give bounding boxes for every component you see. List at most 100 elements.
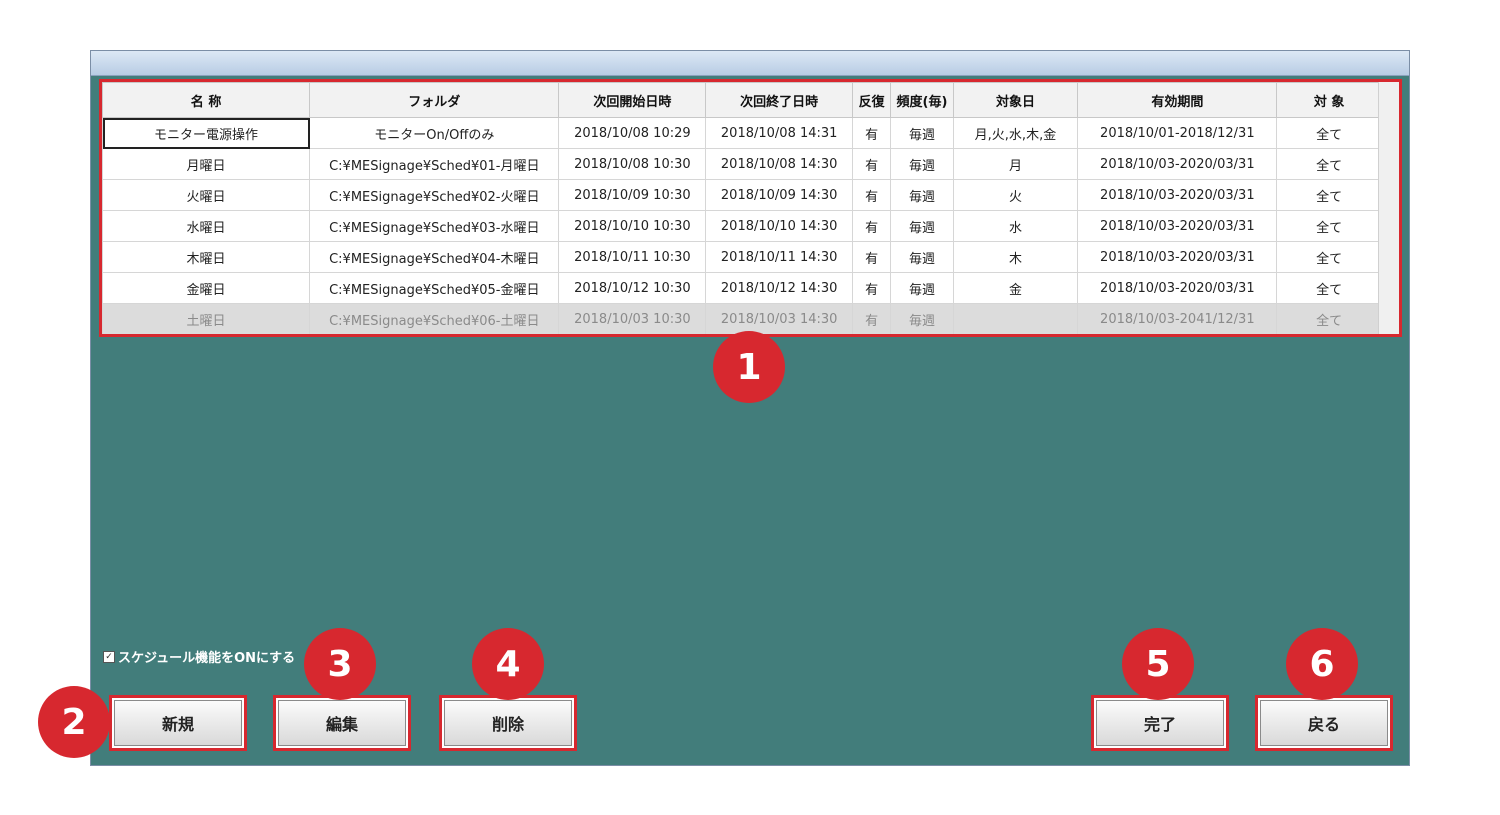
callout-badge-4: 4	[472, 628, 544, 700]
cell-target[interactable]: 全て	[1276, 272, 1382, 304]
cell-folder[interactable]: C:¥MESignage¥Sched¥02-火曜日	[309, 179, 560, 211]
cell-repeat[interactable]: 有	[852, 272, 892, 304]
table-row[interactable]: モニター電源操作 モニターOn/Offのみ 2018/10/08 10:29 2018…	[102, 117, 1382, 149]
cell-name[interactable]: モニター電源操作	[102, 117, 311, 149]
cell-name[interactable]: 土曜日	[102, 303, 311, 334]
cell-next-end[interactable]: 2018/10/12 14:30	[705, 272, 854, 304]
cell-target[interactable]: 全て	[1276, 179, 1382, 211]
schedule-table: 名 称 フォルダ 次回開始日時 次回終了日時 反復 頻度(毎) 対象日 有効期間…	[102, 82, 1382, 334]
cell-frequency[interactable]: 毎週	[890, 148, 954, 180]
done-button[interactable]: 完了	[1096, 700, 1224, 746]
header-folder[interactable]: フォルダ	[309, 82, 560, 118]
header-name[interactable]: 名 称	[102, 82, 311, 118]
schedule-enable-checkbox-row[interactable]: ✓ スケジュール機能をONにする	[103, 647, 295, 666]
cell-repeat[interactable]: 有	[852, 148, 892, 180]
cell-target-days[interactable]: 火	[952, 179, 1079, 211]
table-row[interactable]: 木曜日 C:¥MESignage¥Sched¥04-木曜日 2018/10/11 1…	[102, 241, 1382, 273]
cell-next-end[interactable]: 2018/10/09 14:30	[705, 179, 854, 211]
cell-next-end[interactable]: 2018/10/08 14:31	[705, 117, 854, 149]
cell-target-days[interactable]: 水	[952, 210, 1079, 242]
cell-next-end[interactable]: 2018/10/03 14:30	[705, 303, 854, 334]
table-scroll-strip	[1378, 82, 1399, 334]
cell-next-start[interactable]: 2018/10/11 10:30	[558, 241, 707, 273]
header-target-days[interactable]: 対象日	[952, 82, 1079, 118]
cell-repeat[interactable]: 有	[852, 241, 892, 273]
header-target[interactable]: 対 象	[1276, 82, 1382, 118]
edit-button[interactable]: 編集	[278, 700, 406, 746]
cell-next-start[interactable]: 2018/10/03 10:30	[558, 303, 707, 334]
callout-badge-3: 3	[304, 628, 376, 700]
cell-folder[interactable]: C:¥MESignage¥Sched¥05-金曜日	[309, 272, 560, 304]
cell-valid-period[interactable]: 2018/10/03-2041/12/31	[1077, 303, 1278, 334]
cell-name[interactable]: 水曜日	[102, 210, 311, 242]
header-repeat[interactable]: 反復	[852, 82, 892, 118]
cell-folder[interactable]: C:¥MESignage¥Sched¥04-木曜日	[309, 241, 560, 273]
cell-target-days[interactable]: 月,火,水,木,金	[952, 117, 1079, 149]
cell-target[interactable]: 全て	[1276, 210, 1382, 242]
cell-target[interactable]: 全て	[1276, 148, 1382, 180]
delete-button[interactable]: 削除	[444, 700, 572, 746]
cell-next-end[interactable]: 2018/10/08 14:30	[705, 148, 854, 180]
new-button[interactable]: 新規	[114, 700, 242, 746]
cell-frequency[interactable]: 毎週	[890, 241, 954, 273]
cell-valid-period[interactable]: 2018/10/03-2020/03/31	[1077, 210, 1278, 242]
cell-repeat[interactable]: 有	[852, 179, 892, 211]
edit-button-frame: 編集	[273, 695, 411, 751]
cell-target[interactable]: 全て	[1276, 117, 1382, 149]
callout-badge-5: 5	[1122, 628, 1194, 700]
cell-valid-period[interactable]: 2018/10/03-2020/03/31	[1077, 148, 1278, 180]
cell-target[interactable]: 全て	[1276, 241, 1382, 273]
cell-valid-period[interactable]: 2018/10/03-2020/03/31	[1077, 272, 1278, 304]
cell-target[interactable]: 全て	[1276, 303, 1382, 334]
schedule-table-frame: 名 称 フォルダ 次回開始日時 次回終了日時 反復 頻度(毎) 対象日 有効期間…	[99, 79, 1402, 337]
cell-folder[interactable]: C:¥MESignage¥Sched¥01-月曜日	[309, 148, 560, 180]
delete-button-frame: 削除	[439, 695, 577, 751]
cell-target-days[interactable]: 金	[952, 272, 1079, 304]
schedule-window: 名 称 フォルダ 次回開始日時 次回終了日時 反復 頻度(毎) 対象日 有効期間…	[90, 50, 1410, 766]
back-button-frame: 戻る	[1255, 695, 1393, 751]
cell-folder[interactable]: C:¥MESignage¥Sched¥06-土曜日	[309, 303, 560, 334]
table-row[interactable]: 水曜日 C:¥MESignage¥Sched¥03-水曜日 2018/10/10 1…	[102, 210, 1382, 242]
schedule-enable-label: スケジュール機能をONにする	[118, 651, 296, 666]
table-row[interactable]: 金曜日 C:¥MESignage¥Sched¥05-金曜日 2018/10/12 1…	[102, 272, 1382, 304]
table-row[interactable]: 月曜日 C:¥MESignage¥Sched¥01-月曜日 2018/10/08 1…	[102, 148, 1382, 180]
back-button[interactable]: 戻る	[1260, 700, 1388, 746]
cell-next-start[interactable]: 2018/10/09 10:30	[558, 179, 707, 211]
cell-repeat[interactable]: 有	[852, 303, 892, 334]
cell-frequency[interactable]: 毎週	[890, 179, 954, 211]
table-row[interactable]: 土曜日 C:¥MESignage¥Sched¥06-土曜日 2018/10/03 1…	[102, 303, 1382, 334]
callout-badge-1: 1	[713, 331, 785, 403]
header-frequency[interactable]: 頻度(毎)	[890, 82, 954, 118]
cell-folder[interactable]: C:¥MESignage¥Sched¥03-水曜日	[309, 210, 560, 242]
cell-valid-period[interactable]: 2018/10/01-2018/12/31	[1077, 117, 1278, 149]
cell-repeat[interactable]: 有	[852, 117, 892, 149]
cell-frequency[interactable]: 毎週	[890, 272, 954, 304]
schedule-enable-checkbox[interactable]: ✓	[103, 650, 115, 663]
new-button-frame: 新規	[109, 695, 247, 751]
cell-frequency[interactable]: 毎週	[890, 117, 954, 149]
cell-name[interactable]: 金曜日	[102, 272, 311, 304]
callout-badge-2: 2	[38, 686, 110, 758]
cell-folder[interactable]: モニターOn/Offのみ	[309, 117, 560, 149]
cell-target-days[interactable]: 木	[952, 241, 1079, 273]
cell-name[interactable]: 木曜日	[102, 241, 311, 273]
cell-name[interactable]: 火曜日	[102, 179, 311, 211]
cell-next-end[interactable]: 2018/10/11 14:30	[705, 241, 854, 273]
cell-next-start[interactable]: 2018/10/08 10:30	[558, 148, 707, 180]
cell-next-start[interactable]: 2018/10/08 10:29	[558, 117, 707, 149]
cell-valid-period[interactable]: 2018/10/03-2020/03/31	[1077, 241, 1278, 273]
cell-target-days[interactable]	[952, 303, 1079, 334]
cell-frequency[interactable]: 毎週	[890, 210, 954, 242]
cell-target-days[interactable]: 月	[952, 148, 1079, 180]
cell-next-start[interactable]: 2018/10/10 10:30	[558, 210, 707, 242]
cell-next-end[interactable]: 2018/10/10 14:30	[705, 210, 854, 242]
cell-repeat[interactable]: 有	[852, 210, 892, 242]
cell-valid-period[interactable]: 2018/10/03-2020/03/31	[1077, 179, 1278, 211]
header-valid-period[interactable]: 有効期間	[1077, 82, 1278, 118]
cell-frequency[interactable]: 毎週	[890, 303, 954, 334]
cell-next-start[interactable]: 2018/10/12 10:30	[558, 272, 707, 304]
header-next-end[interactable]: 次回終了日時	[705, 82, 854, 118]
cell-name[interactable]: 月曜日	[102, 148, 311, 180]
header-next-start[interactable]: 次回開始日時	[558, 82, 707, 118]
table-row[interactable]: 火曜日 C:¥MESignage¥Sched¥02-火曜日 2018/10/09 1…	[102, 179, 1382, 211]
